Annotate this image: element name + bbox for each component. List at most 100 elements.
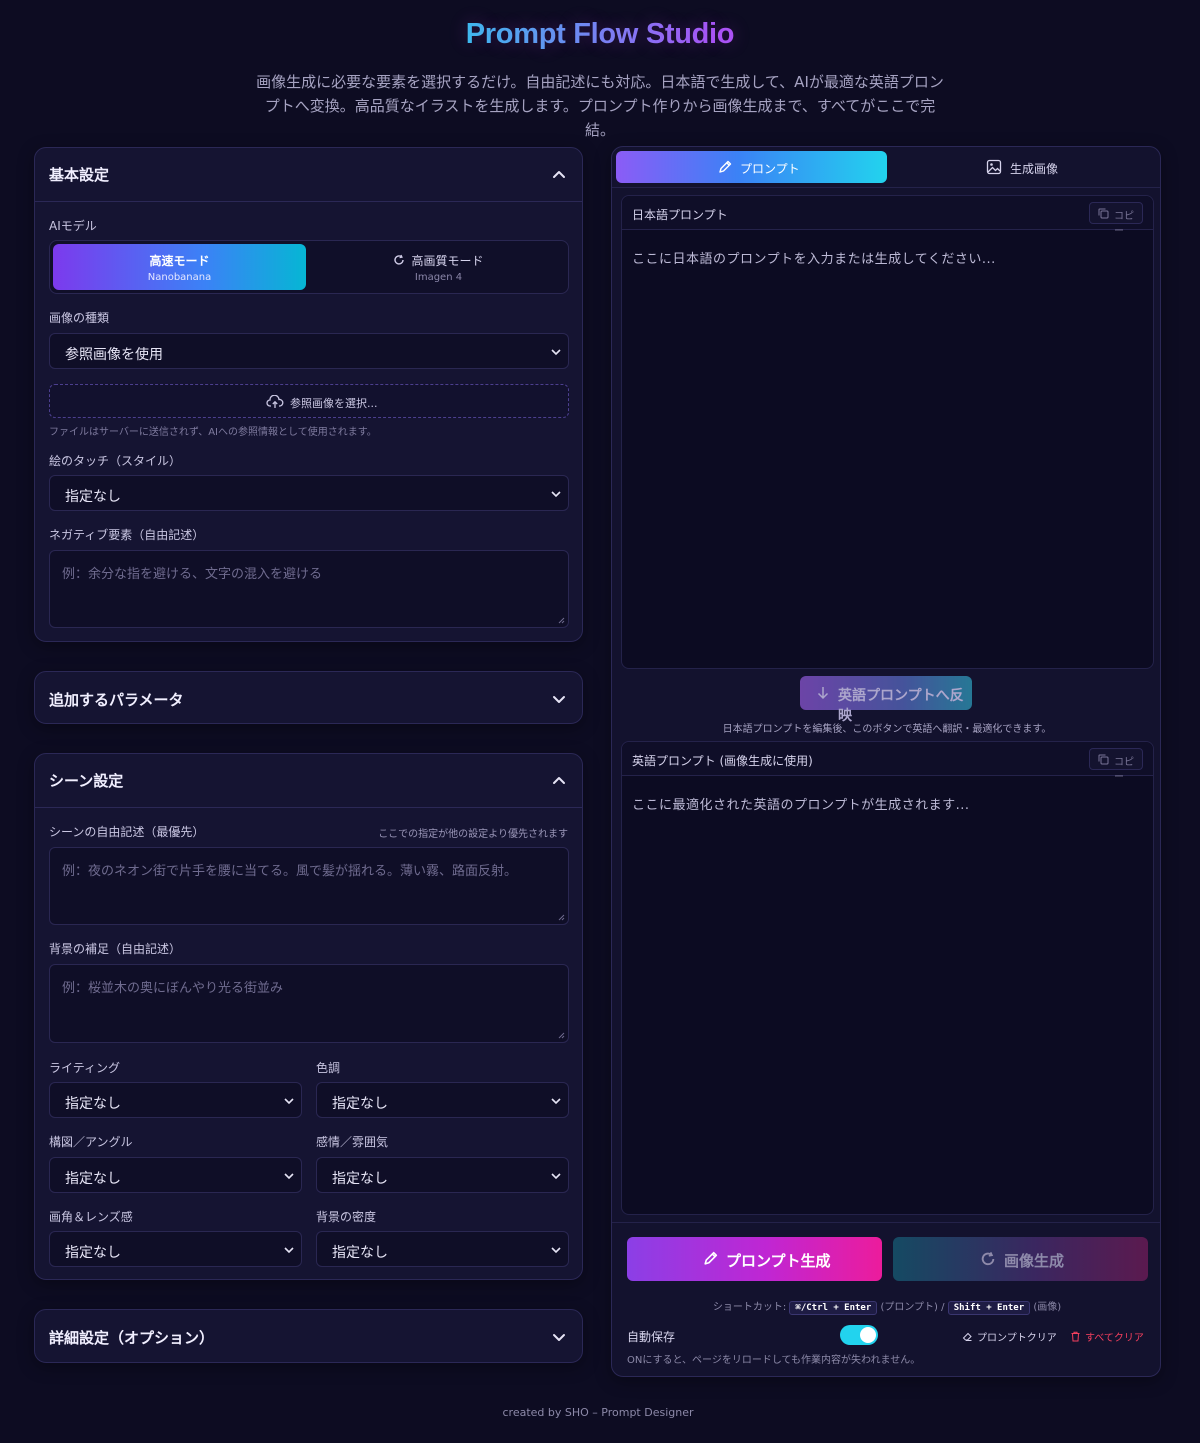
params-header[interactable]: 追加するパラメータ bbox=[35, 672, 582, 726]
image-type-select[interactable]: 参照画像を使用 bbox=[49, 333, 569, 369]
params-panel: 追加するパラメータ bbox=[34, 671, 583, 724]
en-prompt-title: 英語プロンプト (画像生成に使用) bbox=[632, 754, 813, 768]
lens-value: 指定なし bbox=[65, 1245, 121, 1261]
jp-copy-button[interactable]: コピー bbox=[1089, 202, 1143, 237]
lighting-label: ライティング bbox=[49, 1061, 121, 1075]
composition-label: 構図／アングル bbox=[49, 1135, 133, 1149]
chevron-down-icon bbox=[553, 696, 565, 703]
tab-image-label: 生成画像 bbox=[1010, 162, 1059, 176]
reference-image-upload[interactable]: 参照画像を選択... bbox=[49, 384, 569, 418]
clear-prompt-label: プロンプトクリア bbox=[977, 1333, 1057, 1344]
autosave-note: ONにすると、ページをリロードしても作業内容が失われません。 bbox=[627, 1355, 921, 1366]
en-copy-button[interactable]: コピー bbox=[1089, 748, 1143, 783]
refresh-icon bbox=[981, 1252, 995, 1266]
tone-select[interactable]: 指定なし bbox=[316, 1082, 569, 1118]
background-textarea[interactable]: 例：桜並木の奥にぼんやり光る街並み bbox=[49, 964, 569, 1043]
resize-grip-icon[interactable] bbox=[558, 1032, 565, 1039]
density-select[interactable]: 指定なし bbox=[316, 1231, 569, 1267]
basic-settings-header[interactable]: 基本設定 bbox=[35, 148, 582, 202]
scene-free-label: シーンの自由記述（最優先） bbox=[49, 825, 205, 839]
scene-settings-header[interactable]: シーン設定 bbox=[35, 754, 582, 808]
density-value: 指定なし bbox=[332, 1245, 388, 1261]
cloud-upload-icon bbox=[266, 395, 284, 408]
shortcut-prompt-key: ⌘/Ctrl + Enter bbox=[789, 1301, 878, 1315]
image-type-label: 画像の種類 bbox=[49, 311, 110, 325]
generate-image-label: 画像生成 bbox=[1004, 1252, 1065, 1270]
generate-prompt-button[interactable]: プロンプト生成 bbox=[627, 1237, 882, 1281]
chevron-down-icon bbox=[551, 349, 561, 356]
generate-prompt-label: プロンプト生成 bbox=[726, 1252, 831, 1270]
actions-divider bbox=[612, 1222, 1160, 1223]
resize-grip-icon[interactable] bbox=[558, 914, 565, 921]
scene-settings-panel: シーン設定 シーンの自由記述（最優先） ここでの指定が他の設定より優先されます … bbox=[34, 753, 583, 1280]
mode-quality-title: 高画質モード bbox=[411, 254, 484, 268]
clear-prompt-button[interactable]: プロンプトクリア bbox=[962, 1329, 1057, 1344]
ai-model-label: AIモデル bbox=[49, 219, 97, 233]
scene-free-placeholder: 例：夜のネオン街で片手を腰に当てる。風で髪が揺れる。薄い霧、路面反射。 bbox=[62, 864, 518, 879]
lighting-select[interactable]: 指定なし bbox=[49, 1082, 302, 1118]
app-title: Prompt Flow Studio bbox=[0, 18, 1200, 51]
footer-credit: created by SHO – Prompt Designer bbox=[502, 1406, 694, 1419]
app-description: 画像生成に必要な要素を選択するだけ。自由記述にも対応。日本語で生成して、AIが最… bbox=[256, 73, 944, 139]
tab-image[interactable]: 生成画像 bbox=[891, 151, 1158, 183]
shortcut-image-key: Shift + Enter bbox=[947, 1301, 1031, 1315]
basic-settings-panel: 基本設定 AIモデル 高速モード Nanobanana 高画質モード Image… bbox=[34, 147, 583, 642]
en-prompt-textarea[interactable]: ここに最適化された英語のプロンプトが生成されます... bbox=[632, 794, 970, 813]
chevron-down-icon bbox=[551, 1173, 561, 1180]
chevron-down-icon bbox=[551, 1098, 561, 1105]
output-tabs: プロンプト 生成画像 bbox=[612, 147, 1160, 187]
emotion-select[interactable]: 指定なし bbox=[316, 1157, 569, 1193]
autosave-toggle[interactable] bbox=[840, 1325, 878, 1345]
lens-select[interactable]: 指定なし bbox=[49, 1231, 302, 1267]
lighting-value: 指定なし bbox=[65, 1096, 121, 1112]
negative-label: ネガティブ要素（自由記述） bbox=[49, 528, 205, 542]
mode-fast-title: 高速モード bbox=[149, 254, 210, 268]
chevron-down-icon bbox=[551, 1247, 561, 1254]
tab-prompt[interactable]: プロンプト bbox=[616, 151, 887, 183]
style-select[interactable]: 指定なし bbox=[49, 475, 569, 511]
en-copy-label: コピー bbox=[1114, 757, 1134, 783]
composition-select[interactable]: 指定なし bbox=[49, 1157, 302, 1193]
image-icon bbox=[986, 159, 1002, 175]
tabs-divider bbox=[612, 187, 1160, 188]
jp-prompt-textarea[interactable]: ここに日本語のプロンプトを入力または生成してください... bbox=[632, 248, 996, 267]
chevron-down-icon bbox=[284, 1173, 294, 1180]
autosave-label: 自動保存 bbox=[627, 1330, 676, 1344]
emotion-value: 指定なし bbox=[332, 1171, 388, 1187]
copy-icon bbox=[1098, 754, 1109, 765]
en-prompt-box: 英語プロンプト (画像生成に使用) コピー ここに最適化された英語のプロンプトが… bbox=[621, 741, 1154, 1215]
background-label: 背景の補足（自由記述） bbox=[49, 942, 182, 956]
reflect-english-button[interactable]: 英語プロンプトへ反映 bbox=[800, 676, 972, 724]
reflect-note: 日本語プロンプトを編集後、このボタンで英語へ翻訳・最適化できます。 bbox=[722, 724, 1052, 735]
advanced-panel: 詳細設定（オプション） bbox=[34, 1309, 583, 1363]
chevron-down-icon bbox=[284, 1098, 294, 1105]
copy-icon bbox=[1098, 208, 1109, 219]
pencil-icon bbox=[704, 1251, 718, 1265]
advanced-header[interactable]: 詳細設定（オプション） bbox=[35, 1310, 582, 1364]
arrow-down-icon bbox=[817, 687, 829, 700]
clear-all-button[interactable]: すべてクリア bbox=[1070, 1329, 1144, 1344]
scene-settings-title: シーン設定 bbox=[49, 772, 124, 790]
output-panel: プロンプト 生成画像 日本語プロンプト コピー ここに日本語のプロンプトを入力ま… bbox=[611, 146, 1161, 1377]
mode-fast-button[interactable]: 高速モード Nanobanana bbox=[53, 244, 306, 290]
resize-grip-icon[interactable] bbox=[558, 617, 565, 624]
reflect-english-label: 英語プロンプトへ反映 bbox=[838, 688, 964, 724]
refresh-icon bbox=[394, 254, 405, 265]
advanced-title: 詳細設定（オプション） bbox=[49, 1329, 215, 1347]
mode-quality-button[interactable]: 高画質モード Imagen 4 bbox=[312, 244, 565, 290]
emotion-label: 感情／雰囲気 bbox=[316, 1135, 389, 1149]
chevron-up-icon bbox=[553, 171, 565, 178]
shortcut-prefix: ショートカット: bbox=[712, 1302, 787, 1313]
chevron-down-icon bbox=[553, 1334, 565, 1341]
chevron-down-icon bbox=[284, 1247, 294, 1254]
chevron-up-icon bbox=[553, 777, 565, 784]
style-value: 指定なし bbox=[65, 489, 121, 505]
style-label: 絵のタッチ（スタイル） bbox=[49, 454, 182, 468]
pencil-icon bbox=[719, 160, 732, 173]
basic-settings-title: 基本設定 bbox=[49, 166, 110, 184]
generate-image-button[interactable]: 画像生成 bbox=[893, 1237, 1148, 1281]
scene-free-textarea[interactable]: 例：夜のネオン街で片手を腰に当てる。風で髪が揺れる。薄い霧、路面反射。 bbox=[49, 847, 569, 925]
jp-copy-label: コピー bbox=[1114, 211, 1134, 237]
negative-textarea[interactable]: 例：余分な指を避ける、文字の混入を避ける bbox=[49, 550, 569, 628]
upload-label: 参照画像を選択... bbox=[290, 397, 378, 410]
